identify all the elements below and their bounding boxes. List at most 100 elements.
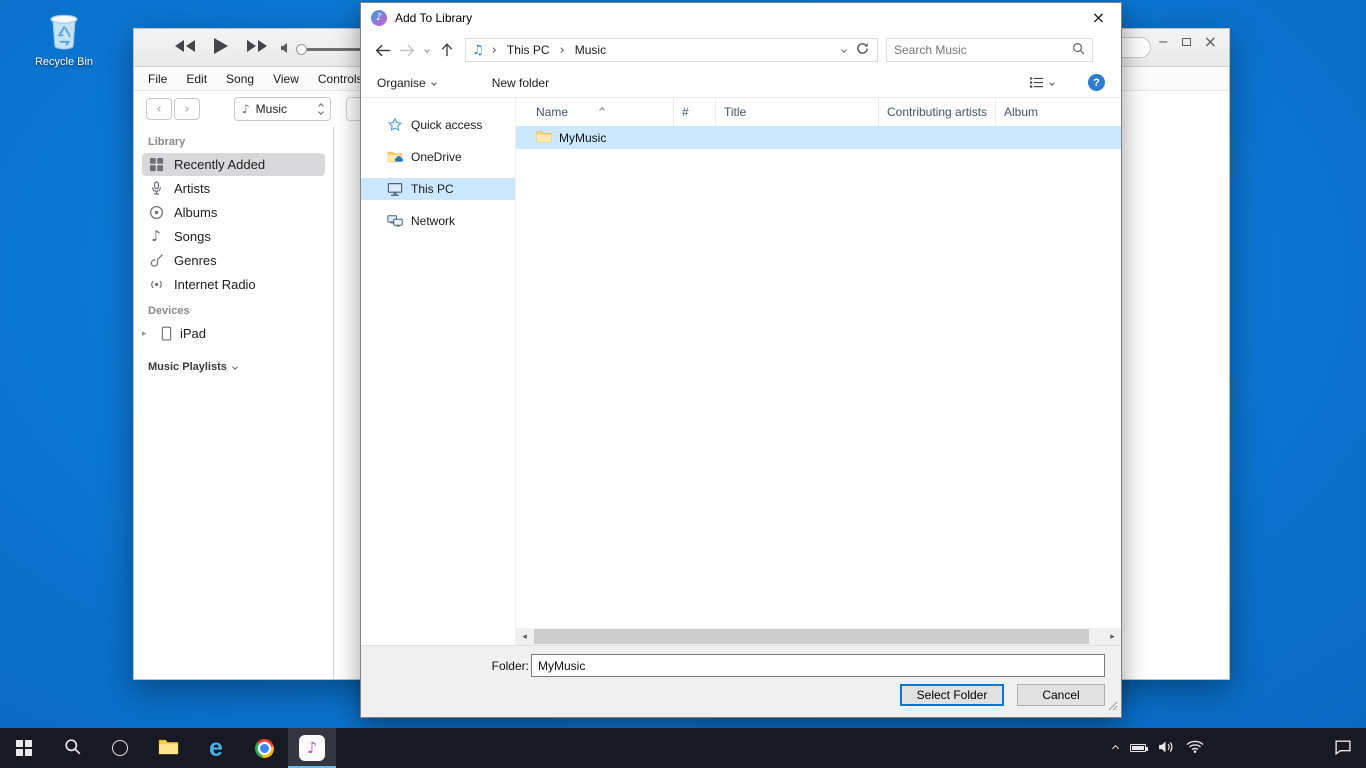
dialog-footer: Folder: Select Folder Cancel — [361, 645, 1121, 717]
battery-icon[interactable] — [1130, 744, 1146, 752]
column-header-number[interactable]: # — [674, 98, 716, 126]
devices-header: Devices — [148, 305, 333, 317]
search-input[interactable] — [894, 43, 1072, 57]
menu-edit[interactable]: Edit — [186, 72, 207, 86]
menu-file[interactable]: File — [148, 72, 167, 86]
sidebar-item-artists[interactable]: Artists — [142, 177, 325, 200]
fast-forward-button[interactable] — [246, 39, 268, 53]
sidebar-item-label: Artists — [174, 181, 210, 196]
wifi-icon[interactable] — [1186, 740, 1204, 756]
breadcrumb-this-pc[interactable]: This PC — [503, 43, 554, 57]
nav-forward-button[interactable] — [395, 43, 419, 58]
folder-label: Folder: — [479, 659, 529, 673]
file-explorer-button[interactable] — [144, 728, 192, 768]
cortana-icon — [112, 740, 128, 756]
file-row-mymusic[interactable]: MyMusic — [516, 126, 1121, 149]
media-picker[interactable]: ♪ Music — [234, 97, 331, 121]
nav-item-network[interactable]: Network — [361, 210, 515, 232]
nav-item-label: OneDrive — [411, 150, 462, 164]
back-button[interactable]: ‹ — [146, 98, 172, 120]
action-center-button[interactable] — [1334, 739, 1352, 758]
address-bar[interactable]: ♫ › This PC › Music — [465, 38, 878, 62]
column-header-title[interactable]: Title — [716, 98, 879, 126]
maximize-button[interactable] — [1182, 38, 1191, 46]
minimize-button[interactable]: − — [1158, 36, 1169, 49]
scrollbar-track[interactable] — [533, 628, 1104, 645]
file-name: MyMusic — [559, 131, 606, 145]
new-folder-button[interactable]: New folder — [492, 76, 549, 90]
nav-back-button[interactable] — [371, 43, 395, 58]
breadcrumb-music[interactable]: Music — [571, 43, 610, 57]
vinyl-icon — [148, 205, 164, 220]
nav-item-this-pc[interactable]: This PC — [361, 178, 515, 200]
sidebar-item-recently-added[interactable]: Recently Added — [142, 153, 325, 176]
play-button[interactable] — [213, 37, 229, 55]
library-header: Library — [148, 136, 333, 148]
select-folder-button[interactable]: Select Folder — [900, 684, 1004, 706]
file-list: Name # Title Contributing artists Album … — [516, 98, 1121, 645]
organise-button[interactable]: Organise — [377, 76, 436, 90]
guitar-icon — [148, 253, 164, 268]
chevron-down-icon — [431, 80, 437, 86]
sidebar-item-label: Songs — [174, 229, 211, 244]
sidebar-item-ipad[interactable]: ▸ iPad — [142, 322, 325, 345]
sidebar-item-albums[interactable]: Albums — [142, 201, 325, 224]
menu-song[interactable]: Song — [226, 72, 254, 86]
nav-item-onedrive[interactable]: OneDrive — [361, 146, 515, 168]
chevron-down-icon — [232, 364, 238, 370]
recycle-bin-icon — [45, 8, 83, 53]
folder-name-input[interactable] — [531, 654, 1105, 677]
view-mode-button[interactable] — [1029, 76, 1054, 89]
menu-view[interactable]: View — [273, 72, 299, 86]
forward-button[interactable]: › — [174, 98, 200, 120]
dialog-command-bar: Organise New folder ? — [361, 68, 1121, 98]
sidebar-item-label: Genres — [174, 253, 217, 268]
menu-controls[interactable]: Controls — [318, 72, 363, 86]
refresh-button[interactable] — [856, 42, 869, 58]
nav-up-button[interactable] — [435, 42, 459, 58]
taskbar-search-button[interactable] — [48, 728, 96, 768]
sidebar-item-label: Recently Added — [174, 157, 265, 172]
cortana-button[interactable] — [96, 728, 144, 768]
search-icon[interactable] — [1072, 42, 1085, 58]
resize-grip[interactable] — [1107, 700, 1118, 714]
cancel-button[interactable]: Cancel — [1017, 684, 1105, 706]
breadcrumb-chevron-icon[interactable]: › — [556, 43, 569, 58]
show-hidden-icons-button[interactable] — [1112, 744, 1119, 751]
sidebar-item-genres[interactable]: Genres — [142, 249, 325, 272]
nav-item-quick-access[interactable]: Quick access — [361, 114, 515, 136]
search-box[interactable] — [886, 38, 1093, 62]
recycle-bin[interactable]: Recycle Bin — [28, 8, 100, 68]
search-icon — [64, 738, 81, 758]
chrome-button[interactable] — [240, 728, 288, 768]
dialog-close-button[interactable]: × — [1076, 3, 1121, 32]
column-header-contributing-artists[interactable]: Contributing artists — [879, 98, 996, 126]
volume-icon[interactable] — [1158, 740, 1174, 757]
itunes-taskbar-button[interactable]: ♪ — [288, 728, 336, 768]
breadcrumb-chevron-icon[interactable]: › — [488, 43, 501, 58]
music-playlists-header[interactable]: Music Playlists — [148, 361, 333, 373]
column-header-name[interactable]: Name — [516, 98, 674, 126]
radio-waves-icon — [148, 277, 164, 292]
sidebar-item-internet-radio[interactable]: Internet Radio — [142, 273, 325, 296]
sidebar-item-songs[interactable]: ♪ Songs — [142, 225, 325, 248]
nav-history-dropdown[interactable] — [419, 48, 435, 52]
dialog-titlebar[interactable]: ♪ Add To Library × — [361, 3, 1121, 32]
nav-item-label: Quick access — [411, 118, 482, 132]
help-button[interactable]: ? — [1088, 74, 1105, 91]
horizontal-scrollbar[interactable]: ◂ ▸ — [516, 628, 1121, 645]
scrollbar-thumb[interactable] — [534, 629, 1089, 644]
address-dropdown-icon[interactable] — [841, 47, 847, 53]
start-button[interactable] — [0, 728, 48, 768]
volume-knob[interactable] — [296, 44, 307, 55]
speaker-icon — [280, 42, 290, 56]
expander-icon[interactable]: ▸ — [142, 329, 152, 339]
close-button[interactable]: × — [1204, 34, 1217, 50]
folder-icon — [536, 130, 552, 146]
scroll-right-button[interactable]: ▸ — [1104, 628, 1121, 645]
rewind-button[interactable] — [174, 39, 196, 53]
column-header-album[interactable]: Album — [996, 98, 1121, 126]
scroll-left-button[interactable]: ◂ — [516, 628, 533, 645]
edge-button[interactable]: e — [192, 728, 240, 768]
itunes-app-icon: ♪ — [371, 10, 387, 26]
